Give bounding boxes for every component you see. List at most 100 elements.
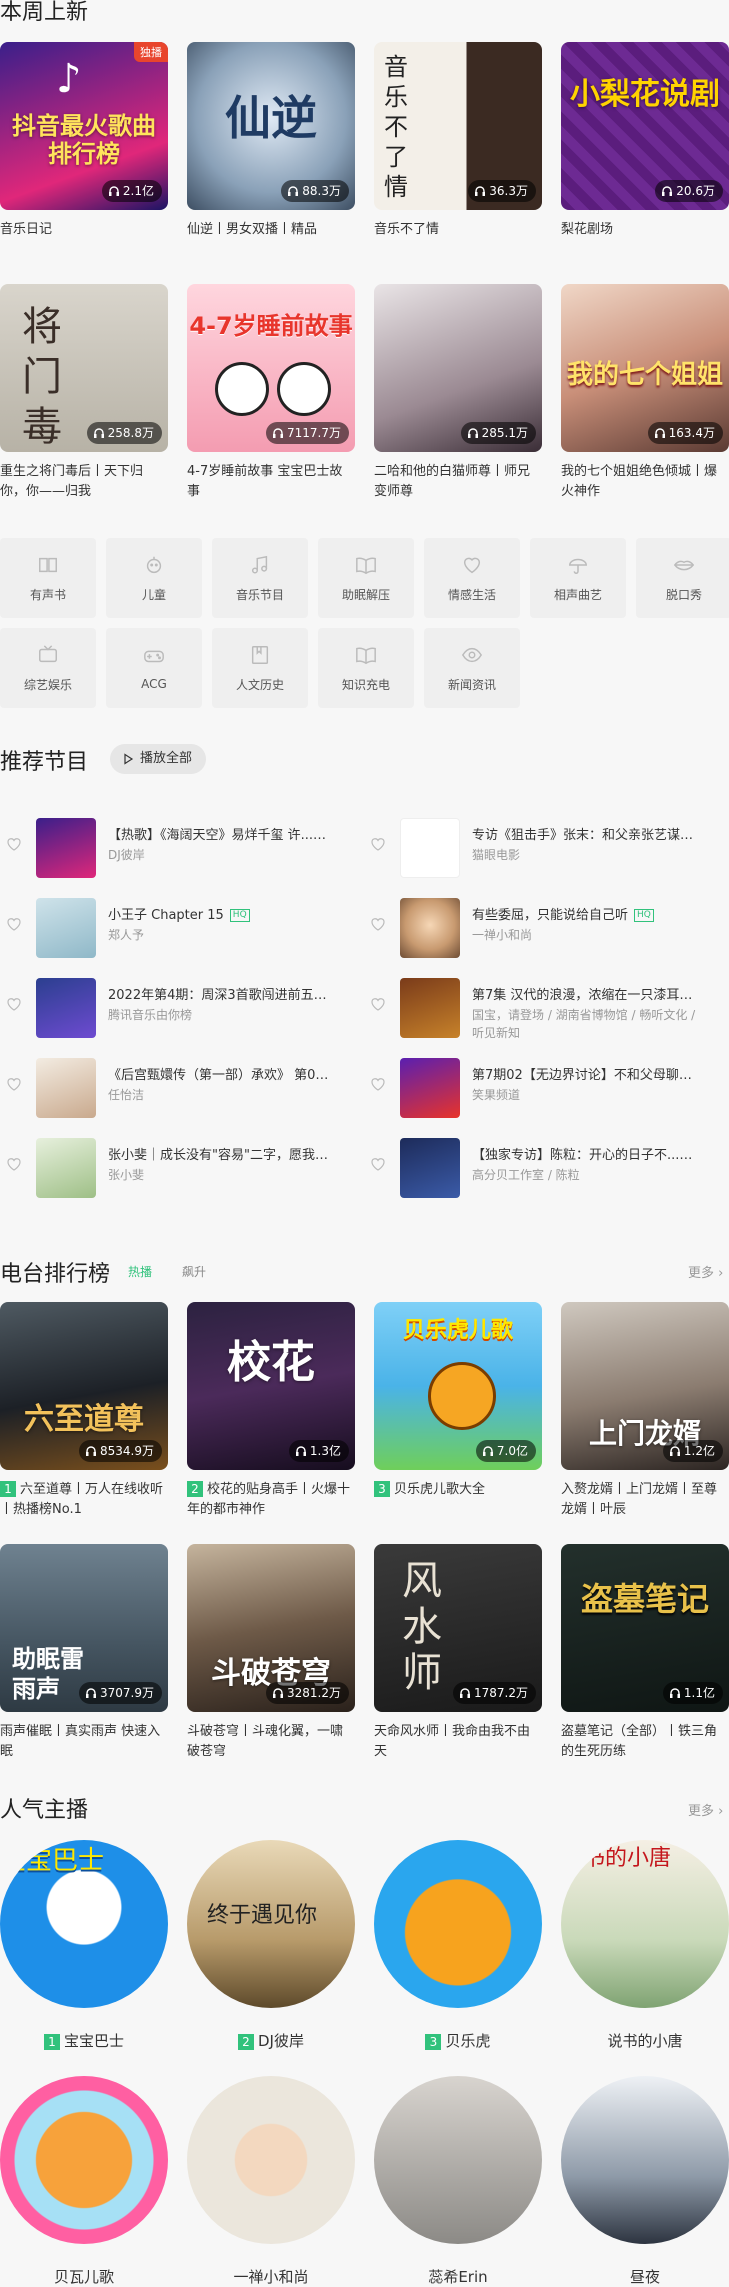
category-acg[interactable]: ACG [106,628,202,708]
album-card[interactable]: 小梨花说剧 20.6万 梨花剧场 [561,42,729,240]
program-title[interactable]: 【独家专访】陈粒：开心的日子不...HQ [472,1144,700,1163]
radio-cover[interactable]: 六至道尊 8534.9万 [0,1302,168,1470]
more-link[interactable]: 更多 › [688,1800,723,1819]
radio-cover[interactable]: 盗墓笔记 1.1亿 [561,1544,729,1712]
heart-icon[interactable] [6,836,22,852]
album-card[interactable]: 我的七个姐姐 163.4万 我的七个姐姐绝色倾城丨爆火神作 [561,284,729,502]
radio-cover[interactable]: 贝乐虎儿歌 7.0亿 [374,1302,542,1470]
radio-card[interactable]: 六至道尊 8534.9万 1 六至道尊丨万人在线收听丨热播榜No.1 [0,1302,168,1520]
anchor-card[interactable]: 一禅小和尚 [187,2076,355,2287]
program-item[interactable]: 张小斐｜成长没有"容易"二字，愿我们... 张小斐 [0,1138,340,1198]
more-link[interactable]: 更多 › [688,1262,723,1281]
program-title[interactable]: 小王子 Chapter 15 HQ [108,904,336,923]
program-title[interactable]: 张小斐｜成长没有"容易"二字，愿我们... [108,1144,336,1163]
anchor-name[interactable]: 3 贝乐虎 [374,2030,542,2051]
radio-title[interactable]: 雨声催眠丨真实雨声 快速入眠 [0,1722,168,1762]
anchor-name[interactable]: 贝瓦儿歌 [0,2266,168,2287]
album-card[interactable]: 4-7岁睡前故事 7117.7万 4-7岁睡前故事 宝宝巴士故事 [187,284,355,502]
tab-rising[interactable]: 飙升 [182,1263,206,1280]
radio-title[interactable]: 盗墓笔记（全部）丨铁三角的生死历练 [561,1722,729,1762]
radio-cover[interactable]: 助眠雷雨声 3707.9万 [0,1544,168,1712]
anchor-avatar[interactable] [374,1840,542,2008]
program-title[interactable]: 《后宫甄嬛传（第一部）承欢》 第02集 [108,1064,336,1083]
heart-icon[interactable] [6,916,22,932]
play-all-button[interactable]: 播放全部 [110,744,207,774]
radio-cover[interactable]: 上门龙婿 1.2亿 [561,1302,729,1470]
album-title[interactable]: 我的七个姐姐绝色倾城丨爆火神作 [561,462,729,502]
radio-card[interactable]: 校花 1.3亿 2 校花的贴身高手丨火爆十年的都市神作 [187,1302,355,1520]
radio-cover[interactable]: 斗破苍穹 3281.2万 [187,1544,355,1712]
program-title[interactable]: 第7期02【无边界讨论】不和父母聊天... [472,1064,700,1083]
album-title[interactable]: 音乐不了情 [374,220,542,240]
album-title[interactable]: 重生之将门毒后丨天下归你，你——归我 [0,462,168,502]
radio-card[interactable]: 风水师 1787.2万 天命风水师丨我命由我不由天 [374,1544,542,1762]
radio-card[interactable]: 上门龙婿 1.2亿 入赘龙婿丨上门龙婿丨至尊龙婿丨叶辰 [561,1302,729,1520]
program-title[interactable]: 2022年第4期：周深3首歌闯进前五！薛... [108,984,336,1003]
radio-title[interactable]: 2 校花的贴身高手丨火爆十年的都市神作 [187,1480,355,1520]
anchor-card[interactable]: 3 贝乐虎 [374,1840,542,2051]
album-cover[interactable]: 仙逆 88.3万 [187,42,355,210]
anchor-name[interactable]: 2 DJ彼岸 [187,2030,355,2051]
radio-title[interactable]: 1 六至道尊丨万人在线收听丨热播榜No.1 [0,1480,168,1520]
anchor-avatar[interactable]: 说书的小唐 [561,1840,729,2008]
program-thumb[interactable] [36,1138,96,1198]
anchor-card[interactable]: 说书的小唐 说书的小唐 [561,1840,729,2051]
program-thumb[interactable] [400,898,460,958]
category-news[interactable]: 新闻资讯 [424,628,520,708]
album-cover[interactable]: 独播 ♪ 抖音最火歌曲排行榜 2.1亿 [0,42,168,210]
anchor-avatar[interactable] [561,2076,729,2244]
album-card[interactable]: 音乐不了情 36.3万 音乐不了情 [374,42,542,240]
heart-icon[interactable] [6,996,22,1012]
heart-icon[interactable] [370,1156,386,1172]
anchor-card[interactable]: 终于遇见你 2 DJ彼岸 [187,1840,355,2051]
radio-title[interactable]: 入赘龙婿丨上门龙婿丨至尊龙婿丨叶辰 [561,1480,729,1520]
radio-card[interactable]: 盗墓笔记 1.1亿 盗墓笔记（全部）丨铁三角的生死历练 [561,1544,729,1762]
radio-title[interactable]: 斗破苍穹丨斗魂化翼，一啸破苍穹 [187,1722,355,1762]
radio-cover[interactable]: 校花 1.3亿 [187,1302,355,1470]
program-thumb[interactable] [400,978,460,1038]
program-item[interactable]: 第7期02【无边界讨论】不和父母聊天... 笑果频道 [364,1058,704,1118]
album-title[interactable]: 仙逆丨男女双播丨精品 [187,220,355,240]
category-talkshow[interactable]: 脱口秀 [636,538,729,618]
anchor-card[interactable]: 宝宝巴士 1 宝宝巴士 [0,1840,168,2051]
category-music-program[interactable]: 音乐节目 [212,538,308,618]
anchor-name[interactable]: 一禅小和尚 [187,2266,355,2287]
album-cover[interactable]: 音乐不了情 36.3万 [374,42,542,210]
radio-card[interactable]: 助眠雷雨声 3707.9万 雨声催眠丨真实雨声 快速入眠 [0,1544,168,1762]
category-history[interactable]: 人文历史 [212,628,308,708]
album-title[interactable]: 梨花剧场 [561,220,729,240]
anchor-avatar[interactable]: 宝宝巴士 [0,1840,168,2008]
program-item[interactable]: 有些委屈，只能说给自己听 HQ 一禅小和尚 [364,898,704,958]
program-thumb[interactable] [400,818,460,878]
program-item[interactable]: 第7集 汉代的浪漫，浓缩在一只漆耳杯里 国宝，请登场 / 湖南省博物馆 / 畅听… [364,978,704,1050]
radio-title[interactable]: 天命风水师丨我命由我不由天 [374,1722,542,1762]
album-card[interactable]: 将门毒后 258.8万 重生之将门毒后丨天下归你，你——归我 [0,284,168,502]
tab-hot[interactable]: 热播 [128,1263,152,1280]
album-title[interactable]: 音乐日记 [0,220,168,240]
album-cover[interactable]: 285.1万 [374,284,542,452]
category-variety[interactable]: 综艺娱乐 [0,628,96,708]
album-card[interactable]: 仙逆 88.3万 仙逆丨男女双播丨精品 [187,42,355,240]
program-item[interactable]: 【热歌】《海阔天空》易烊千玺 许... HQ DJ彼岸 [0,818,340,878]
radio-card[interactable]: 斗破苍穹 3281.2万 斗破苍穹丨斗魂化翼，一啸破苍穹 [187,1544,355,1762]
radio-cover[interactable]: 风水师 1787.2万 [374,1544,542,1712]
category-kids[interactable]: 儿童 [106,538,202,618]
program-item[interactable]: 小王子 Chapter 15 HQ 郑人予 [0,898,340,958]
program-item[interactable]: 2022年第4期：周深3首歌闯进前五！薛... 腾讯音乐由你榜 [0,978,340,1038]
program-thumb[interactable] [400,1138,460,1198]
anchor-card[interactable]: 昼夜 [561,2076,729,2287]
heart-icon[interactable] [370,996,386,1012]
program-title[interactable]: 专访《狙击手》张末：和父亲张艺谋接... [472,824,700,843]
program-title[interactable]: 第7集 汉代的浪漫，浓缩在一只漆耳杯里 [472,984,700,1003]
program-thumb[interactable] [36,978,96,1038]
album-title[interactable]: 4-7岁睡前故事 宝宝巴士故事 [187,462,355,502]
program-item[interactable]: 专访《狙击手》张末：和父亲张艺谋接... 猫眼电影 [364,818,704,878]
category-crosstalk[interactable]: 相声曲艺 [530,538,626,618]
program-title[interactable]: 【热歌】《海阔天空》易烊千玺 许... HQ [108,824,336,843]
heart-icon[interactable] [6,1156,22,1172]
category-audiobook[interactable]: 有声书 [0,538,96,618]
category-knowledge[interactable]: 知识充电 [318,628,414,708]
album-cover[interactable]: 4-7岁睡前故事 7117.7万 [187,284,355,452]
program-item[interactable]: 《后宫甄嬛传（第一部）承欢》 第02集 任怡洁 [0,1058,340,1118]
anchor-avatar[interactable] [374,2076,542,2244]
